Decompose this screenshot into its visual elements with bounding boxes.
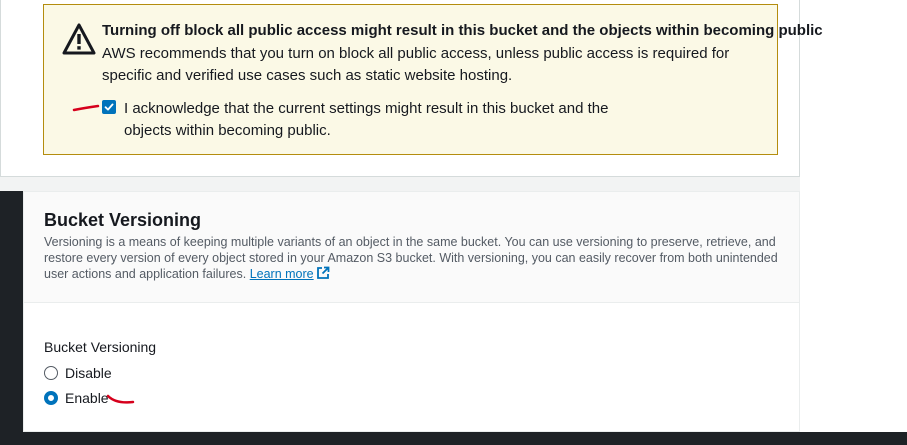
external-link-icon[interactable] [316,266,330,280]
disable-radio[interactable] [44,366,58,380]
enable-radio[interactable] [44,391,58,405]
warning-triangle-icon [62,23,96,55]
bucket-versioning-panel: Bucket Versioning Versioning is a means … [23,191,800,432]
checkmark-icon [104,103,114,111]
alert-title: Turning off block all public access migh… [102,22,823,39]
public-access-warning-alert: Turning off block all public access migh… [43,4,823,155]
panel-description: Versioning is a means of keeping multipl… [44,235,784,283]
panel-header: Bucket Versioning Versioning is a means … [24,192,799,303]
bottom-edge [0,432,907,445]
alert-message: AWS recommends that you turn on block al… [102,45,730,84]
learn-more-link[interactable]: Learn more [250,267,314,281]
red-annotation-mark [106,394,135,404]
section-gap [0,177,800,191]
panel-border-left [0,0,1,176]
versioning-field-label: Bucket Versioning [44,339,157,355]
description-text: Versioning is a means of keeping multipl… [44,235,778,281]
disable-label[interactable]: Disable [65,364,112,382]
acknowledge-label[interactable]: I acknowledge that the current settings … [124,98,644,142]
enable-label[interactable]: Enable [65,389,109,407]
page-background [800,0,907,432]
acknowledge-checkbox[interactable] [102,100,116,114]
block-public-access-panel: Turning off block all public access migh… [0,0,823,177]
panel-title: Bucket Versioning [44,210,202,230]
